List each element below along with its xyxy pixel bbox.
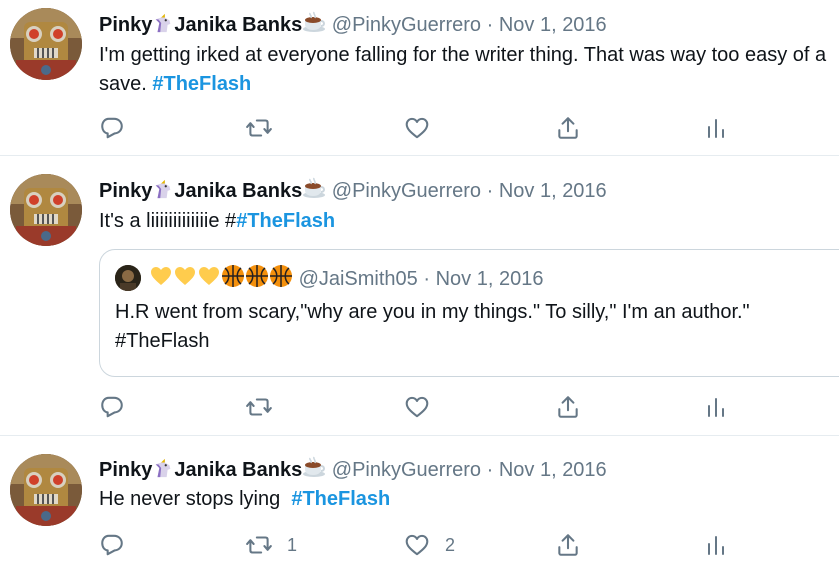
- quoted-user-handle[interactable]: @JaiSmith05: [299, 268, 418, 290]
- retweet-icon: [246, 398, 272, 416]
- coffee-icon: [302, 176, 326, 200]
- hashtag-link[interactable]: #TheFlash: [236, 210, 335, 232]
- basketball-icon: [245, 264, 269, 288]
- yellow-heart-icon: [197, 264, 221, 288]
- analytics-icon: [708, 398, 724, 417]
- quoted-tweet[interactable]: @JaiSmith05 · Nov 1, 2016 H.R went from …: [99, 249, 839, 377]
- analytics-icon: [708, 536, 724, 555]
- reply-icon: [101, 534, 123, 556]
- avatar[interactable]: [10, 454, 82, 526]
- separator: ·: [423, 268, 431, 290]
- tweet[interactable]: Pinky Janika Banks @PinkyGuerrero · Nov 1…: [0, 0, 839, 156]
- unicorn-icon: [152, 457, 174, 479]
- reply-button[interactable]: [99, 113, 139, 143]
- like-button[interactable]: [403, 113, 445, 143]
- tweet[interactable]: Pinky Janika Banks @PinkyGuerrero · Nov 1…: [0, 156, 839, 436]
- like-button[interactable]: [403, 392, 445, 422]
- basketball-icon: [269, 264, 293, 288]
- quoted-display-name[interactable]: [149, 268, 293, 290]
- like-button[interactable]: 2: [403, 530, 455, 560]
- retweet-button[interactable]: [245, 392, 287, 422]
- quoted-avatar: [115, 265, 141, 291]
- tweet-date[interactable]: Nov 1, 2016: [499, 180, 607, 202]
- hashtag-link[interactable]: #TheFlash: [291, 488, 390, 510]
- quoted-tweet-date[interactable]: Nov 1, 2016: [436, 268, 544, 290]
- reply-icon: [101, 117, 123, 139]
- basketball-icon: [221, 264, 245, 288]
- coffee-icon: [302, 455, 326, 479]
- analytics-button[interactable]: [706, 113, 726, 143]
- share-icon: [558, 117, 578, 139]
- heart-icon: [405, 396, 429, 418]
- retweet-icon: [246, 536, 272, 554]
- coffee-icon: [302, 10, 326, 34]
- tweet-text: It's a liiiiiiiiiiiiie ##TheFlash: [99, 210, 336, 232]
- retweet-icon: [246, 119, 272, 137]
- heart-icon: [405, 117, 429, 139]
- separator: ·: [486, 180, 494, 202]
- separator: ·: [486, 459, 494, 481]
- hashtag-link[interactable]: #TheFlash: [152, 73, 251, 95]
- tweet-actions: [99, 392, 739, 422]
- heart-icon: [405, 534, 429, 556]
- yellow-heart-icon: [173, 264, 197, 288]
- tweet-text: He never stops lying #TheFlash: [99, 488, 391, 510]
- tweet-actions: [99, 113, 739, 143]
- separator: ·: [486, 14, 494, 36]
- share-icon: [558, 534, 578, 556]
- tweet[interactable]: Pinky Janika Banks @PinkyGuerrero · Nov 1…: [0, 436, 839, 570]
- tweet-text: I'm getting irked at everyone falling fo…: [99, 44, 827, 95]
- tweet-header: Pinky Janika Banks @PinkyGuerrero · Nov 1…: [99, 176, 607, 203]
- user-handle[interactable]: @PinkyGuerrero: [332, 14, 481, 36]
- tweet-header: Pinky Janika Banks @PinkyGuerrero · Nov 1…: [99, 455, 607, 482]
- retweet-button[interactable]: 1: [245, 530, 297, 560]
- retweet-button[interactable]: [245, 113, 287, 143]
- share-button[interactable]: [555, 392, 581, 422]
- like-count: 2: [445, 534, 456, 555]
- unicorn-icon: [152, 178, 174, 200]
- user-handle[interactable]: @PinkyGuerrero: [332, 459, 481, 481]
- analytics-button[interactable]: [706, 392, 726, 422]
- display-name[interactable]: Pinky Janika Banks: [99, 459, 326, 481]
- tweet-actions: 1 2: [99, 530, 739, 560]
- display-name[interactable]: Pinky Janika Banks: [99, 180, 326, 202]
- tweet-header: Pinky Janika Banks @PinkyGuerrero · Nov 1…: [99, 10, 607, 37]
- display-name[interactable]: Pinky Janika Banks: [99, 14, 326, 36]
- tweet-date[interactable]: Nov 1, 2016: [499, 459, 607, 481]
- analytics-icon: [708, 119, 724, 138]
- user-handle[interactable]: @PinkyGuerrero: [332, 180, 481, 202]
- retweet-count: 1: [287, 534, 298, 555]
- share-button[interactable]: [555, 113, 581, 143]
- share-button[interactable]: [555, 530, 581, 560]
- reply-button[interactable]: [99, 392, 139, 422]
- unicorn-icon: [152, 12, 174, 34]
- reply-button[interactable]: [99, 530, 139, 560]
- quoted-tweet-header: @JaiSmith05 · Nov 1, 2016: [115, 264, 543, 291]
- quoted-tweet-text: H.R went from scary,"why are you in my t…: [115, 301, 750, 352]
- avatar[interactable]: [10, 8, 82, 80]
- yellow-heart-icon: [149, 264, 173, 288]
- avatar[interactable]: [10, 174, 82, 246]
- share-icon: [558, 396, 578, 418]
- reply-icon: [101, 396, 123, 418]
- analytics-button[interactable]: [706, 530, 726, 560]
- tweet-date[interactable]: Nov 1, 2016: [499, 14, 607, 36]
